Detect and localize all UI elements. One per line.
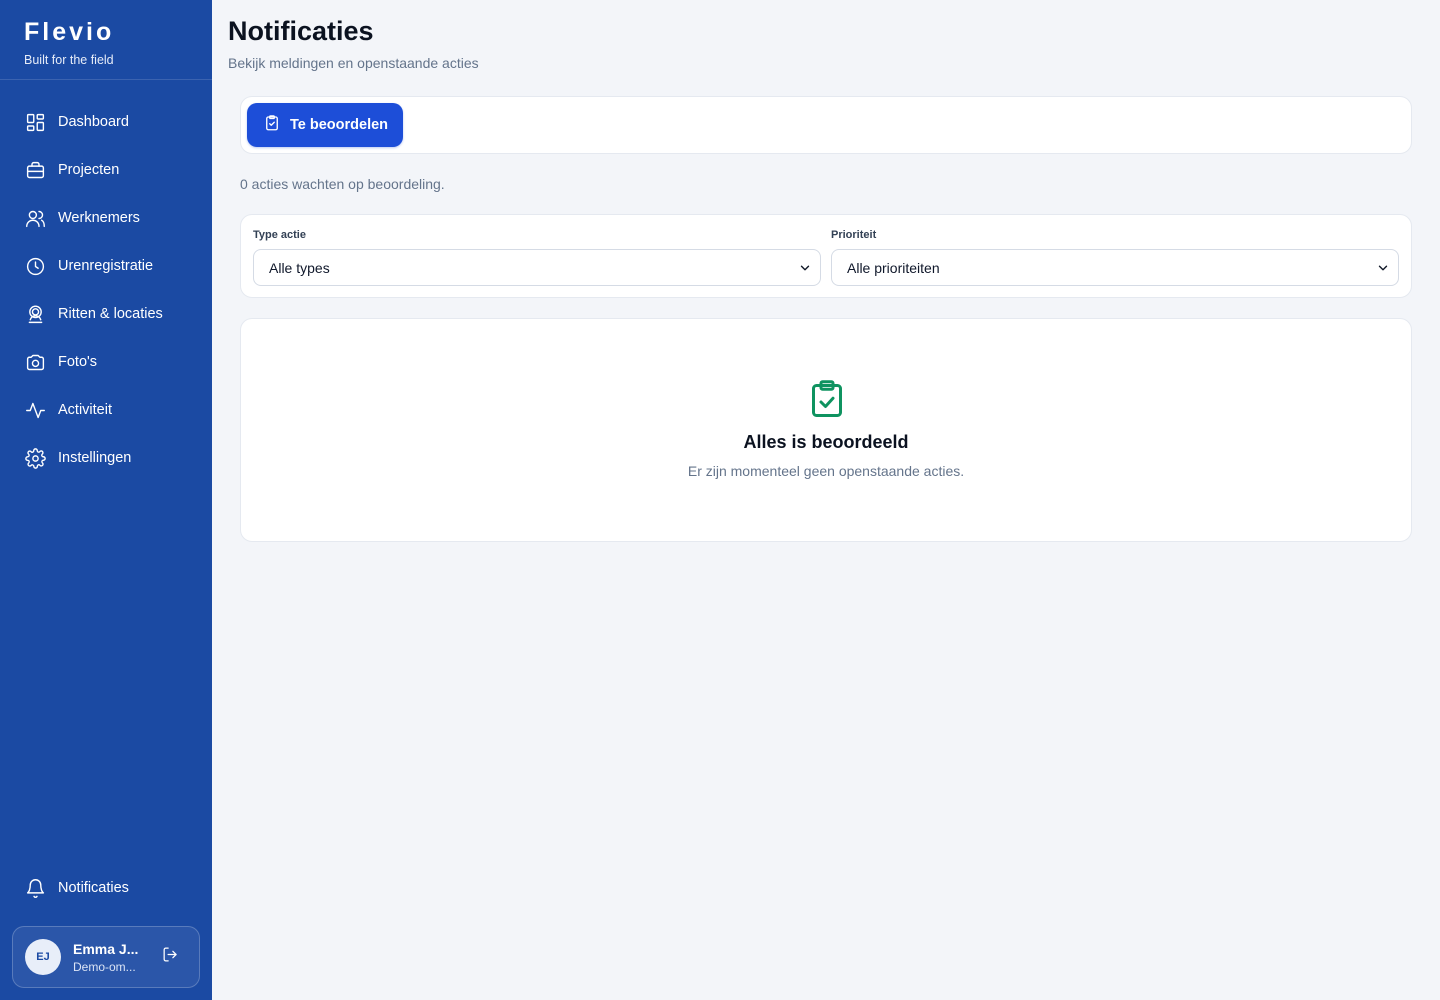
bell-icon <box>24 877 46 899</box>
sidebar-item-projecten[interactable]: Projecten <box>0 146 212 194</box>
user-card[interactable]: EJ Emma J... Demo-om... <box>12 926 200 988</box>
sidebar-item-label: Projecten <box>58 162 120 178</box>
logout-button[interactable] <box>159 946 181 968</box>
sidebar-item-label: Werknemers <box>58 210 140 226</box>
page-subtitle: Bekijk meldingen en openstaande acties <box>228 55 479 71</box>
sidebar-nav: Dashboard Projecten Werknemers Urenregis… <box>0 98 212 482</box>
page-title: Notificaties <box>228 16 374 46</box>
type-filter-select[interactable]: Alle types <box>253 249 821 286</box>
type-filter-value: Alle types <box>269 259 330 276</box>
sidebar-item-label: Ritten & locaties <box>58 306 163 322</box>
main-content: Notificaties Bekijk meldingen en opensta… <box>212 0 1440 1000</box>
priority-filter-value: Alle prioriteiten <box>847 259 940 276</box>
tab-te-beoordelen[interactable]: Te beoordelen <box>247 103 403 147</box>
dashboard-icon <box>24 111 46 133</box>
tabs-bar: Te beoordelen <box>240 96 1412 154</box>
empty-state-title: Alles is beoordeeld <box>743 432 909 452</box>
sidebar-item-instellingen[interactable]: Instellingen <box>0 434 212 482</box>
empty-state-subtitle: Er zijn momenteel geen openstaande actie… <box>687 463 965 479</box>
chevron-down-icon <box>798 261 812 275</box>
pending-count-text: 0 acties wachten op beoordeling. <box>240 176 445 192</box>
briefcase-icon <box>24 159 46 181</box>
sidebar-item-label: Dashboard <box>58 114 129 130</box>
type-filter-label: Type actie <box>253 229 306 241</box>
camera-icon <box>24 351 46 373</box>
sidebar-item-urenregistratie[interactable]: Urenregistratie <box>0 242 212 290</box>
sidebar-item-label: Notificaties <box>58 880 129 896</box>
avatar: EJ <box>25 939 61 975</box>
sidebar-item-werknemers[interactable]: Werknemers <box>0 194 212 242</box>
sidebar-item-notificaties[interactable]: Notificaties <box>0 864 212 912</box>
sidebar-item-fotos[interactable]: Foto's <box>0 338 212 386</box>
sidebar-item-label: Instellingen <box>58 450 132 466</box>
brand: Flevio Built for the field <box>0 0 212 80</box>
empty-state: Alles is beoordeeld Er zijn momenteel ge… <box>240 318 1412 542</box>
user-info: Emma J... Demo-om... <box>73 941 145 974</box>
tab-label: Te beoordelen <box>290 117 389 133</box>
clock-icon <box>24 255 46 277</box>
user-organization: Demo-om... <box>73 959 136 974</box>
user-name: Emma J... <box>73 940 139 957</box>
priority-filter-label: Prioriteit <box>831 229 877 241</box>
sidebar-item-dashboard[interactable]: Dashboard <box>0 98 212 146</box>
brand-logo[interactable]: Flevio <box>24 18 188 46</box>
priority-filter-select[interactable]: Alle prioriteiten <box>831 249 1399 286</box>
activity-icon <box>24 399 46 421</box>
sidebar: Flevio Built for the field Dashboard Pro… <box>0 0 212 1000</box>
map-pin-user-icon <box>24 303 46 325</box>
logout-icon <box>161 945 180 969</box>
brand-tagline: Built for the field <box>24 53 114 67</box>
gear-icon <box>24 447 46 469</box>
chevron-down-icon <box>1376 261 1390 275</box>
sidebar-item-label: Foto's <box>58 354 98 370</box>
sidebar-item-ritten-locaties[interactable]: Ritten & locaties <box>0 290 212 338</box>
sidebar-item-activiteit[interactable]: Activiteit <box>0 386 212 434</box>
sidebar-bottom: Notificaties <box>0 864 212 912</box>
sidebar-item-label: Activiteit <box>58 402 112 418</box>
users-icon <box>24 207 46 229</box>
clipboard-check-icon <box>809 379 845 419</box>
clipboard-check-icon <box>263 114 290 136</box>
filter-panel: Type actie Alle types Prioriteit Alle pr… <box>240 214 1412 298</box>
sidebar-item-label: Urenregistratie <box>58 258 154 274</box>
